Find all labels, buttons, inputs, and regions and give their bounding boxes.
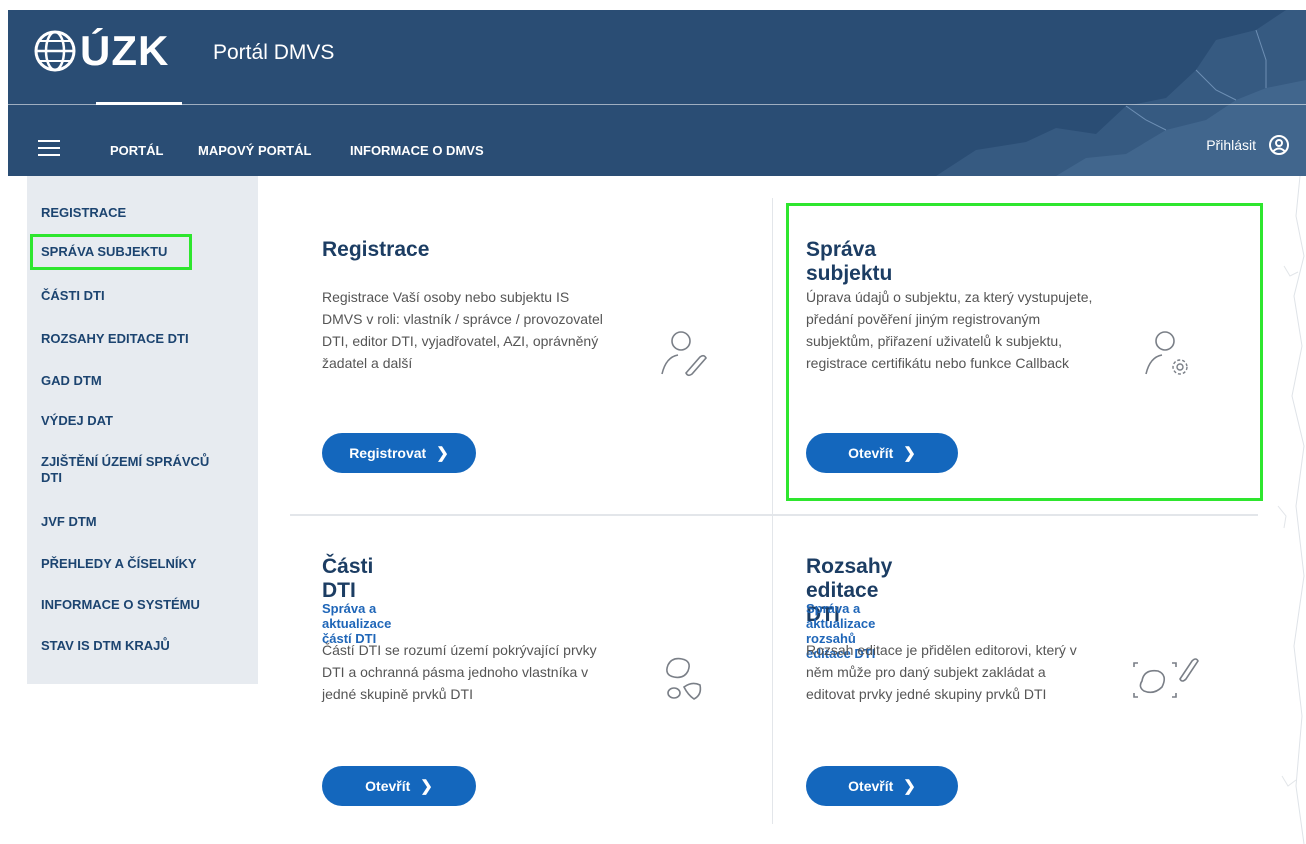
logo-text: ÚZK — [80, 27, 170, 74]
button-label: Registrovat — [349, 445, 427, 461]
chevron-right-icon: ❯ — [420, 778, 433, 795]
sidebar-item-prehledy[interactable]: PŘEHLEDY A ČÍSELNÍKY — [41, 556, 241, 572]
chevron-right-icon: ❯ — [903, 778, 916, 795]
user-edit-icon — [661, 331, 707, 377]
nav-active-indicator — [96, 102, 182, 105]
card-description: Rozsah editace je přidělen editorovi, kt… — [806, 642, 1077, 702]
card-title: Části DTI — [322, 555, 374, 602]
button-label: Otevřít — [848, 778, 894, 794]
app-title: Portál DMVS — [213, 41, 335, 64]
sidebar-item-informace-o-systemu[interactable]: INFORMACE O SYSTÉMU — [41, 597, 241, 613]
button-label: Otevřít — [365, 778, 411, 794]
login-button[interactable]: Přihlásit — [1206, 134, 1290, 156]
sidebar-item-rozsahy-editace[interactable]: ROZSAHY EDITACE DTI — [41, 331, 241, 347]
user-circle-icon — [1269, 135, 1289, 155]
header-divider — [8, 104, 1306, 105]
map-edge — [1277, 176, 1305, 844]
header: ÚZK Portál DMVS PORTÁL MAPOVÝ PORTÁL INF… — [8, 10, 1306, 176]
areas-icon — [666, 657, 702, 700]
open-rozsahy-editace-button[interactable]: Otevřít ❯ — [806, 766, 958, 806]
card-description: Registrace Vaší osoby nebo subjektu IS D… — [322, 289, 603, 371]
card-description: Částí DTI se rozumí území pokrývající pr… — [322, 642, 597, 702]
nav-info-dmvs[interactable]: INFORMACE O DMVS — [350, 143, 484, 158]
menu-icon[interactable] — [38, 140, 60, 156]
card-highlight — [786, 203, 1263, 501]
globe-icon — [34, 30, 76, 72]
sidebar-item-casti-dti[interactable]: ČÁSTI DTI — [41, 288, 241, 304]
registrovat-button[interactable]: Registrovat ❯ — [322, 433, 476, 473]
area-edit-icon — [1133, 658, 1199, 698]
nav-map-portal[interactable]: MAPOVÝ PORTÁL — [198, 143, 311, 158]
sidebar-highlight — [30, 234, 192, 270]
card-title: Registrace — [322, 238, 430, 261]
sidebar-item-registrace[interactable]: REGISTRACE — [41, 205, 241, 221]
logo[interactable]: ÚZK — [32, 28, 169, 74]
sidebar-item-jvf-dtm[interactable]: JVF DTM — [41, 514, 241, 530]
nav-portal[interactable]: PORTÁL — [110, 143, 163, 158]
sidebar-item-vydej-dat[interactable]: VÝDEJ DAT — [41, 413, 241, 429]
sidebar-item-zjisteni-uzemi[interactable]: ZJIŠTĚNÍ ÚZEMÍ SPRÁVCŮ DTI — [41, 454, 231, 486]
card-divider-vertical — [772, 198, 773, 824]
sidebar-item-gad-dtm[interactable]: GAD DTM — [41, 373, 241, 389]
chevron-right-icon: ❯ — [436, 445, 449, 462]
sidebar-item-stav-is-dtm[interactable]: STAV IS DTM KRAJŮ — [41, 638, 241, 654]
card-divider-horizontal — [290, 514, 1258, 516]
open-casti-dti-button[interactable]: Otevřít ❯ — [322, 766, 476, 806]
login-label: Přihlásit — [1206, 137, 1256, 153]
